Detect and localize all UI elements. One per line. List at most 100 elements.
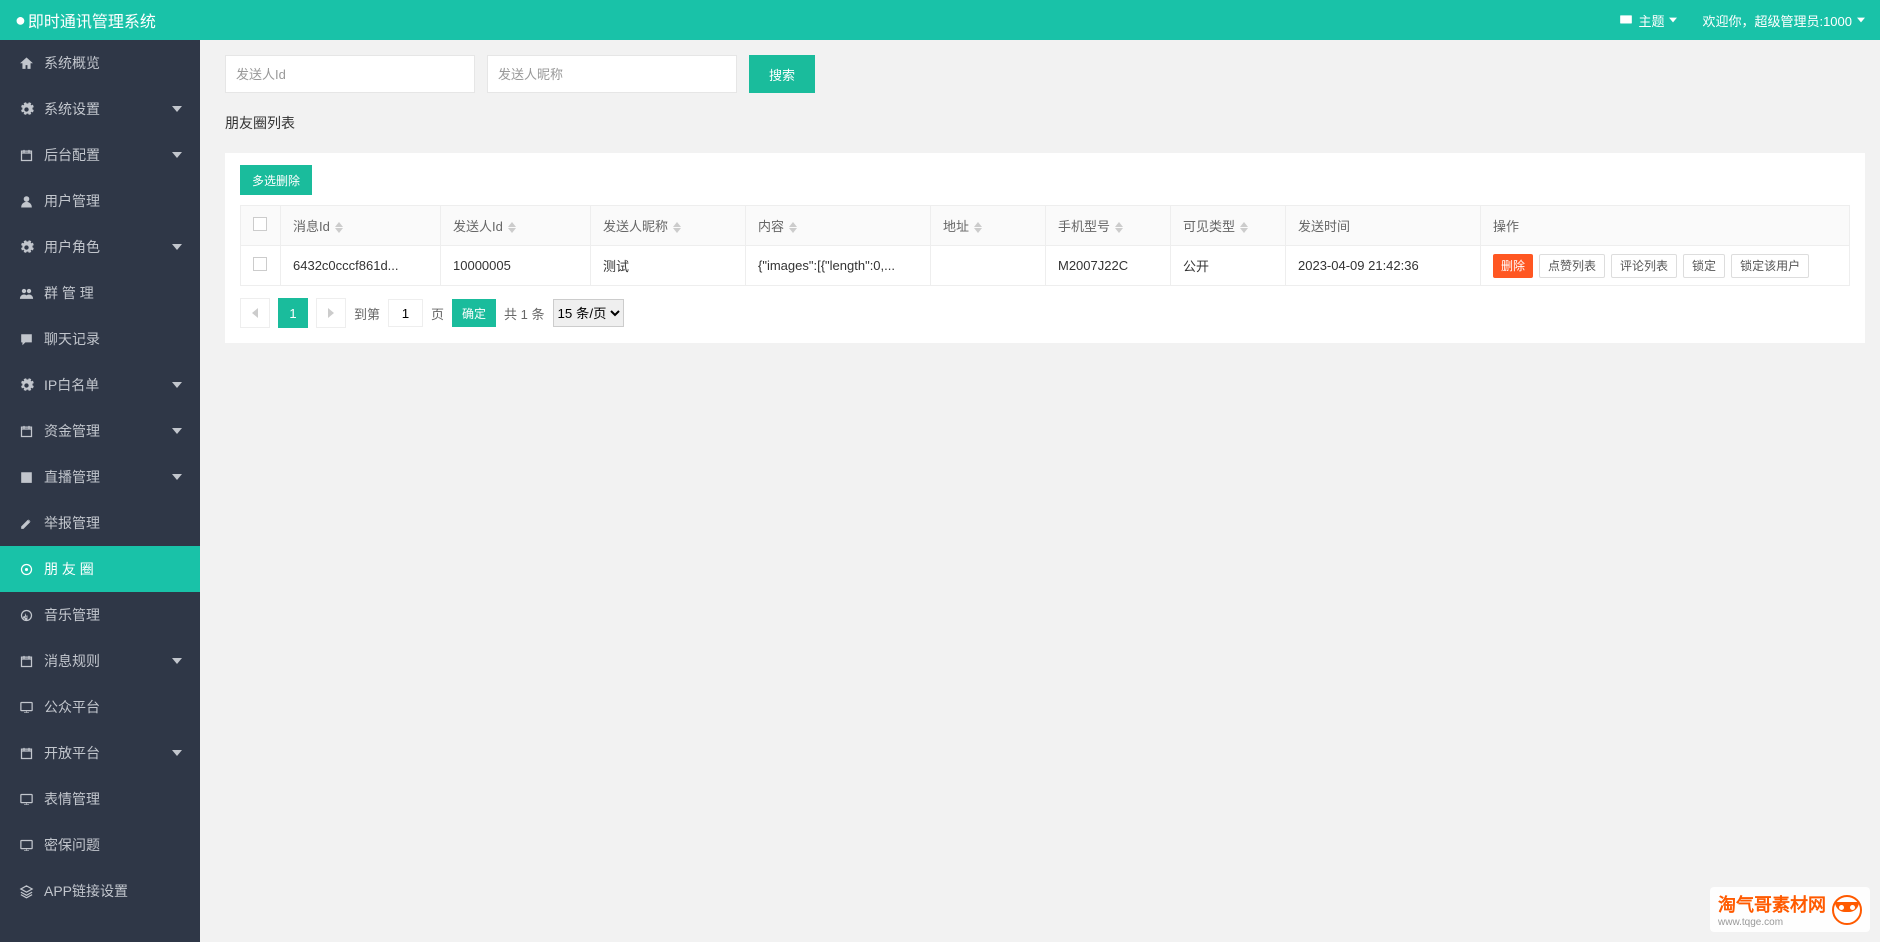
col-header[interactable]: 发送人昵称 <box>591 206 746 246</box>
chevron-down-icon <box>172 239 182 255</box>
sidebar-item-gear[interactable]: 用户角色 <box>0 224 200 270</box>
layers-icon <box>18 883 34 899</box>
sidebar-item-calendar[interactable]: 后台配置 <box>0 132 200 178</box>
sort-icon <box>673 222 681 233</box>
page-suffix: 页 <box>431 304 444 323</box>
sidebar-item-layers[interactable]: APP链接设置 <box>0 868 200 914</box>
goto-label: 到第 <box>354 304 380 323</box>
sender-name-input[interactable] <box>487 55 737 93</box>
sidebar-item-label: IP白名单 <box>44 375 99 395</box>
col-header[interactable]: 可见类型 <box>1171 206 1286 246</box>
sort-icon <box>789 222 797 233</box>
chevron-down-icon <box>172 423 182 439</box>
col-header[interactable]: 手机型号 <box>1046 206 1171 246</box>
calendar-icon <box>18 653 34 669</box>
monitor-icon <box>18 791 34 807</box>
lock-user-button[interactable]: 锁定该用户 <box>1731 254 1809 278</box>
sidebar-item-music[interactable]: 音乐管理 <box>0 592 200 638</box>
watermark-title: 淘气哥素材网 <box>1718 895 1826 915</box>
sidebar-item-calendar[interactable]: 开放平台 <box>0 730 200 776</box>
sidebar-item-label: 资金管理 <box>44 421 100 441</box>
sidebar-item-label: 后台配置 <box>44 145 100 165</box>
sidebar-item-label: 朋 友 圈 <box>44 559 94 579</box>
sidebar-item-chat[interactable]: 聊天记录 <box>0 316 200 362</box>
sidebar-item-label: 表情管理 <box>44 789 100 809</box>
sidebar-item-calendar[interactable]: 资金管理 <box>0 408 200 454</box>
select-all-header <box>241 206 281 246</box>
cell-sender-id: 10000005 <box>441 246 591 286</box>
row-checkbox[interactable] <box>253 257 267 271</box>
sender-id-input[interactable] <box>225 55 475 93</box>
sidebar-item-monitor[interactable]: 公众平台 <box>0 684 200 730</box>
per-page-select[interactable]: 15 条/页 <box>553 299 624 327</box>
sort-icon <box>974 222 982 233</box>
section-title: 朋友圈列表 <box>225 113 1865 133</box>
watermark-url: www.tqge.com <box>1718 917 1826 928</box>
sidebar-item-group[interactable]: 群 管 理 <box>0 270 200 316</box>
comment-list-button[interactable]: 评论列表 <box>1611 254 1677 278</box>
cell-sender-name: 测试 <box>591 246 746 286</box>
prev-page-button[interactable] <box>240 298 270 328</box>
goto-confirm-button[interactable]: 确定 <box>452 299 496 327</box>
chevron-down-icon <box>172 653 182 669</box>
delete-button[interactable]: 删除 <box>1493 254 1533 278</box>
brand: ● 即时通讯管理系统 <box>15 8 156 32</box>
theme-button[interactable]: 主题 <box>1619 11 1677 30</box>
cell-time: 2023-04-09 21:42:36 <box>1286 246 1481 286</box>
sidebar-item-play[interactable]: 直播管理 <box>0 454 200 500</box>
sidebar-item-monitor[interactable]: 密保问题 <box>0 822 200 868</box>
gear-icon <box>18 101 34 117</box>
col-header[interactable]: 发送人Id <box>441 206 591 246</box>
welcome-text: 欢迎你，超级管理员:1000 <box>1702 11 1852 30</box>
sidebar-item-label: 聊天记录 <box>44 329 100 349</box>
chevron-down-icon <box>1669 16 1677 24</box>
watermark: 淘气哥素材网 www.tqge.com <box>1710 887 1870 932</box>
sidebar-item-gear[interactable]: 系统设置 <box>0 86 200 132</box>
col-header[interactable]: 内容 <box>746 206 931 246</box>
page-1-button[interactable]: 1 <box>278 298 308 328</box>
multi-delete-button[interactable]: 多选删除 <box>240 165 312 195</box>
next-page-button[interactable] <box>316 298 346 328</box>
gear-icon <box>18 239 34 255</box>
sidebar-item-label: 音乐管理 <box>44 605 100 625</box>
app-title: 即时通讯管理系统 <box>28 8 156 32</box>
circle-icon <box>18 561 34 577</box>
theme-icon <box>1619 13 1633 27</box>
cell-address <box>931 246 1046 286</box>
sidebar-item-home[interactable]: 系统概览 <box>0 40 200 86</box>
chevron-down-icon <box>172 377 182 393</box>
like-list-button[interactable]: 点赞列表 <box>1539 254 1605 278</box>
page-input[interactable] <box>388 299 423 327</box>
calendar-icon <box>18 745 34 761</box>
lock-button[interactable]: 锁定 <box>1683 254 1725 278</box>
sort-icon <box>335 222 343 233</box>
calendar-icon <box>18 147 34 163</box>
sidebar-item-label: APP链接设置 <box>44 881 128 901</box>
sidebar-item-label: 直播管理 <box>44 467 100 487</box>
play-icon <box>18 469 34 485</box>
chevron-down-icon <box>172 101 182 117</box>
sidebar-item-gear[interactable]: IP白名单 <box>0 362 200 408</box>
dot-icon: ● <box>15 10 26 31</box>
sidebar-item-calendar[interactable]: 消息规则 <box>0 638 200 684</box>
monitor-icon <box>18 837 34 853</box>
sidebar-item-user[interactable]: 用户管理 <box>0 178 200 224</box>
edit-icon <box>18 515 34 531</box>
sidebar-item-label: 用户管理 <box>44 191 100 211</box>
sidebar-item-edit[interactable]: 举报管理 <box>0 500 200 546</box>
user-icon <box>18 193 34 209</box>
sort-icon <box>1115 222 1123 233</box>
chat-icon <box>18 331 34 347</box>
sidebar-item-circle[interactable]: 朋 友 圈 <box>0 546 200 592</box>
col-header[interactable]: 消息Id <box>281 206 441 246</box>
total-text: 共 1 条 <box>504 304 544 323</box>
welcome-user[interactable]: 欢迎你，超级管理员:1000 <box>1702 11 1865 30</box>
monitor-icon <box>18 699 34 715</box>
search-button[interactable]: 搜索 <box>749 55 815 93</box>
table-row: 6432c0cccf861d... 10000005 测试 {"images":… <box>241 246 1850 286</box>
sidebar-item-label: 用户角色 <box>44 237 100 257</box>
select-all-checkbox[interactable] <box>253 217 267 231</box>
sidebar-item-monitor[interactable]: 表情管理 <box>0 776 200 822</box>
col-header[interactable]: 地址 <box>931 206 1046 246</box>
chevron-down-icon <box>172 147 182 163</box>
